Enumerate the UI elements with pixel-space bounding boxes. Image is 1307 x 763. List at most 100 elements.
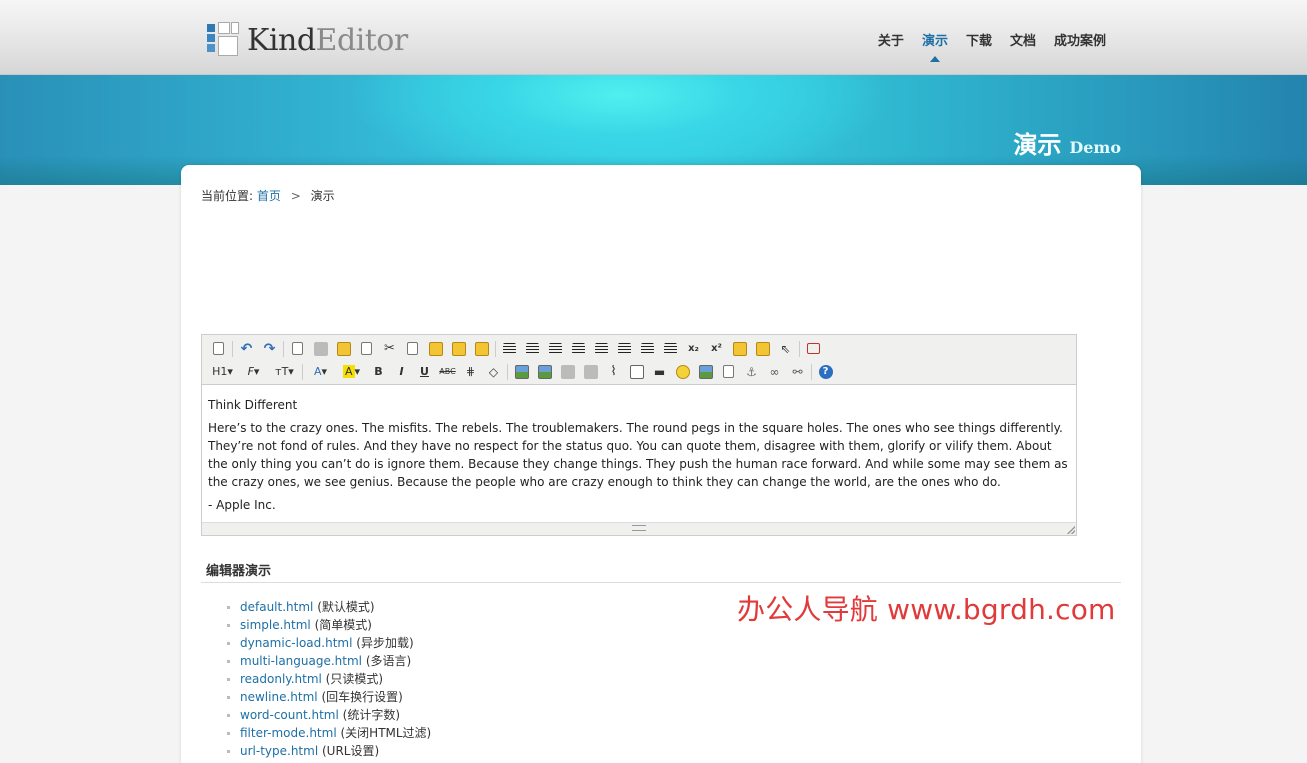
list-item: filter-mode.html (关闭HTML过滤) [224,724,431,742]
section-title: 编辑器演示 [206,564,272,579]
align-left-icon[interactable] [498,338,521,359]
demo-desc: (URL设置) [322,744,380,758]
logo-text: KindEditor [247,22,408,58]
underline-button[interactable]: U [413,361,436,382]
list-item: default.html (默认模式) [224,598,431,616]
link-icon[interactable]: ∞ [763,361,786,382]
quick-format-icon[interactable] [751,338,774,359]
paste-plain-icon[interactable] [447,338,470,359]
clear-html-icon[interactable] [728,338,751,359]
source-icon[interactable] [207,338,230,359]
insertfile-icon[interactable]: ⌇ [602,361,625,382]
editor-signature: - Apple Inc. [208,498,276,512]
outdent-icon[interactable] [659,338,682,359]
demo-link[interactable]: readonly.html [240,672,322,686]
list-item: dynamic-load.html (异步加载) [224,634,431,652]
italic-button[interactable]: I [390,361,413,382]
breadcrumb-home-link[interactable]: 首页 [257,189,281,203]
strikethrough-button[interactable]: ABC [436,361,459,382]
demo-link[interactable]: filter-mode.html [240,726,337,740]
flash-icon[interactable] [556,361,579,382]
undo-icon[interactable]: ↶ [235,338,258,359]
breadcrumb-prefix: 当前位置: [201,189,254,203]
demo-desc: (关闭HTML过滤) [340,726,432,740]
paste-icon[interactable] [424,338,447,359]
nav-demo[interactable]: 演示 [913,30,957,62]
demo-link[interactable]: newline.html [240,690,318,704]
breadcrumb: 当前位置: 首页 > 演示 [201,187,335,204]
demo-link[interactable]: default.html [240,600,313,614]
forecolor-button[interactable]: A ▾ [305,361,336,382]
demo-link[interactable]: multi-language.html [240,654,362,668]
fontname-button[interactable]: F ▾ [238,361,269,382]
subscript-icon[interactable]: x₂ [682,338,705,359]
redo-icon[interactable]: ↷ [258,338,281,359]
nav-cases[interactable]: 成功案例 [1045,30,1115,49]
indent-icon[interactable] [636,338,659,359]
unlink-icon[interactable]: ⚯ [786,361,809,382]
main-content: 当前位置: 首页 > 演示 ↶ ↷ ✂ x₂ x² ⇖ H1 ▾ F ▾ тT … [181,165,1141,763]
bold-button[interactable]: B [367,361,390,382]
editor-title: Think Different [208,398,298,412]
cut-icon[interactable]: ✂ [378,338,401,359]
breadcrumb-current: 演示 [310,189,335,203]
toolbar-row-2: H1▾ F▾ тT▾ A▾ A▾ B I U ABC ⋕ ◇ ⌇ ▬ [207,360,1071,383]
breadcrumb-separator: > [290,189,301,203]
nav-docs[interactable]: 文档 [1001,30,1045,49]
demo-link[interactable]: simple.html [240,618,311,632]
formatblock-button[interactable]: H1 ▾ [207,361,238,382]
copy-icon[interactable] [401,338,424,359]
demo-link[interactable]: url-type.html [240,744,318,758]
nav-about[interactable]: 关于 [869,30,913,49]
resize-corner-icon[interactable] [1067,526,1075,534]
unordered-list-icon[interactable] [613,338,636,359]
print-icon[interactable] [309,338,332,359]
preview-icon[interactable] [286,338,309,359]
pagebreak-icon[interactable] [717,361,740,382]
list-item: url-type.html (URL设置) [224,742,431,760]
list-item: simple.html (简单模式) [224,616,431,634]
list-item: multi-language.html (多语言) [224,652,431,670]
code-icon[interactable] [355,338,378,359]
editor-content-area[interactable]: Think Different Here’s to the crazy ones… [202,385,1076,523]
table-icon[interactable] [625,361,648,382]
kindeditor-editor: ↶ ↷ ✂ x₂ x² ⇖ H1 ▾ F ▾ тT ▾ A ▾ A ▾ B I … [201,334,1077,536]
help-icon[interactable]: ? [814,361,837,382]
align-justify-icon[interactable] [567,338,590,359]
anchor-icon[interactable]: ⚓ [740,361,763,382]
toolbar-row-1: ↶ ↷ ✂ x₂ x² ⇖ [207,337,1071,360]
emoticons-icon[interactable] [671,361,694,382]
image-icon[interactable] [510,361,533,382]
removeformat-icon[interactable]: ◇ [482,361,505,382]
hilitecolor-button[interactable]: A ▾ [336,361,367,382]
editor-body: Here’s to the crazy ones. The misfits. T… [208,421,1068,489]
nav-download[interactable]: 下载 [957,30,1001,49]
demo-link[interactable]: word-count.html [240,708,339,722]
editor-statusbar [202,522,1076,535]
list-item: newline.html (回车换行设置) [224,688,431,706]
demo-desc: (简单模式) [314,618,372,632]
demo-desc: (默认模式) [317,600,375,614]
select-all-icon[interactable]: ⇖ [774,338,797,359]
fontsize-button[interactable]: тT ▾ [269,361,300,382]
demo-desc: (回车换行设置) [321,690,403,704]
multiimage-icon[interactable] [533,361,556,382]
align-center-icon[interactable] [521,338,544,359]
hr-icon[interactable]: ▬ [648,361,671,382]
demo-link[interactable]: dynamic-load.html [240,636,352,650]
section-divider [201,582,1121,583]
media-icon[interactable] [579,361,602,382]
paste-word-icon[interactable] [470,338,493,359]
lineheight-icon[interactable]: ⋕ [459,361,482,382]
resize-grip-icon[interactable] [632,525,646,531]
superscript-icon[interactable]: x² [705,338,728,359]
align-right-icon[interactable] [544,338,567,359]
baidumap-icon[interactable] [694,361,717,382]
main-nav: 关于 演示 下载 文档 成功案例 [869,30,1115,62]
watermark-text: 办公人导航 www.bgrdh.com [737,593,1116,626]
kindeditor-logo[interactable]: KindEditor [207,20,408,60]
ordered-list-icon[interactable] [590,338,613,359]
fullscreen-icon[interactable] [802,338,825,359]
template-icon[interactable] [332,338,355,359]
demo-desc: (多语言) [365,654,412,668]
